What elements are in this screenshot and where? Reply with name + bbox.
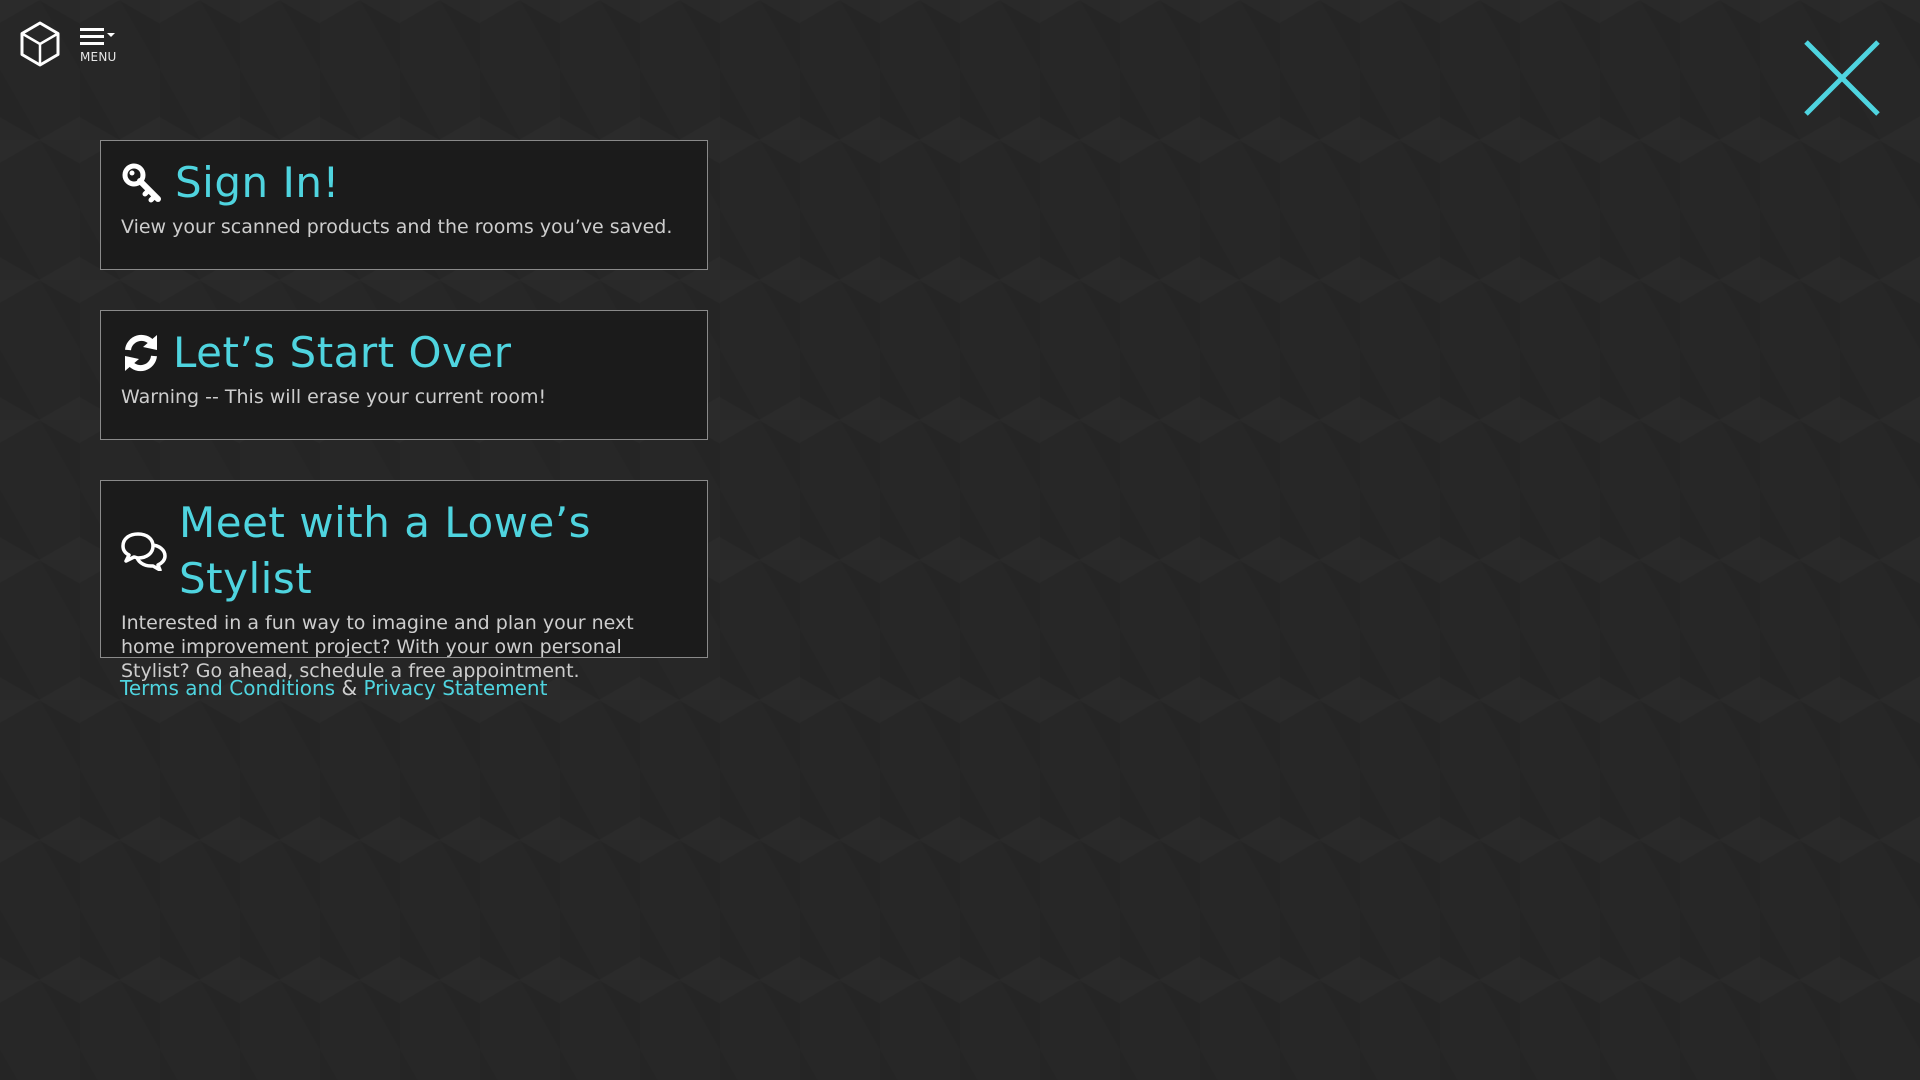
hamburger-icon — [80, 28, 115, 45]
stylist-card[interactable]: Meet with a Lowe’s Stylist Interested in… — [100, 480, 708, 682]
close-icon — [1804, 40, 1880, 116]
stylist-title: Meet with a Lowe’s Stylist — [179, 498, 592, 603]
start-over-title-row: Let’s Start Over — [121, 325, 687, 381]
key-icon — [122, 163, 161, 203]
start-over-title: Let’s Start Over — [173, 328, 512, 377]
stylist-title-row: Meet with a Lowe’s Stylist — [121, 495, 687, 607]
chat-bubbles-icon — [121, 532, 167, 571]
menu-button[interactable]: MENU — [80, 26, 118, 64]
stylist-description: Interested in a fun way to imagine and p… — [121, 612, 634, 682]
menu-label: MENU — [80, 50, 117, 64]
start-over-card[interactable]: Let’s Start Over Warning -- This will er… — [100, 310, 708, 440]
sign-in-title: Sign In! — [175, 158, 340, 207]
legal-links: Terms and Conditions & Privacy Statement — [120, 676, 547, 700]
sign-in-title-row: Sign In! — [121, 155, 687, 211]
close-button[interactable] — [1802, 38, 1882, 118]
sign-in-description: View your scanned products and the rooms… — [121, 216, 673, 238]
privacy-link[interactable]: Privacy Statement — [363, 676, 547, 700]
terms-link[interactable]: Terms and Conditions — [120, 676, 335, 700]
top-bar: MENU — [18, 20, 118, 68]
start-over-description: Warning -- This will erase your current … — [121, 386, 547, 408]
refresh-icon — [125, 334, 157, 372]
cube-logo-icon[interactable] — [18, 20, 62, 68]
sign-in-card[interactable]: Sign In! View your scanned products and … — [100, 140, 708, 270]
legal-separator: & — [341, 676, 358, 700]
